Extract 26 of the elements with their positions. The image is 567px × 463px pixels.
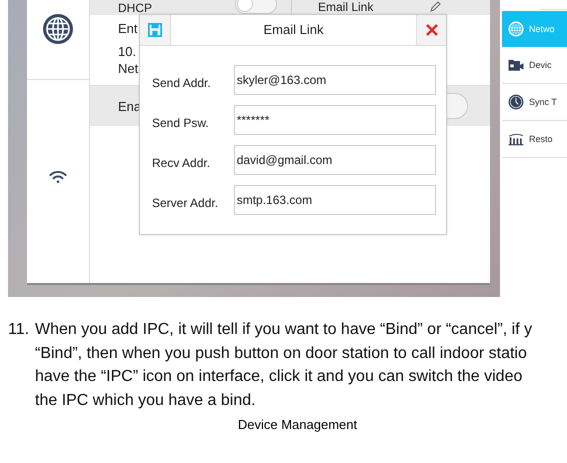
clock-icon (508, 94, 524, 110)
globe-icon[interactable] (42, 13, 74, 45)
wifi-icon[interactable] (49, 170, 67, 184)
field-label: Send Psw. (152, 115, 210, 130)
paragraph: When you add IPC, it will tell if you want to have “Bind” or “cancel”, if y “Bind”, then when you push button on door station to call indoor statio have the “IPC” icon on interface, click it and you can switch the video the IPC which you have a bind. (35, 320, 532, 410)
setting-label: Ent (118, 20, 138, 38)
field-label: Server Addr. (152, 195, 220, 210)
pencil-icon[interactable] (430, 0, 442, 12)
field-label: Send Addr. (152, 75, 212, 90)
input-field[interactable]: skyler@163.com (234, 65, 436, 95)
input-field[interactable]: ******* (234, 105, 436, 135)
input-field[interactable]: david@gmail.com (234, 145, 436, 175)
close-icon (424, 23, 438, 37)
email-link-label[interactable]: Email Link (318, 1, 374, 14)
caption: Device Management (236, 417, 358, 432)
field-label: Recv Addr. (152, 155, 212, 170)
factory-icon (508, 131, 524, 147)
setting-label: Net (118, 60, 138, 78)
setting-label: DHCP (118, 1, 152, 15)
setting-label: 10. (118, 43, 136, 60)
list-number: 11. (8, 320, 30, 340)
toggle-switch[interactable] (235, 0, 277, 14)
camera-folder-icon (508, 57, 524, 73)
input-field[interactable]: smtp.163.com (234, 185, 436, 215)
globe-icon (508, 21, 524, 37)
dialog-title: Email Link (171, 15, 417, 45)
